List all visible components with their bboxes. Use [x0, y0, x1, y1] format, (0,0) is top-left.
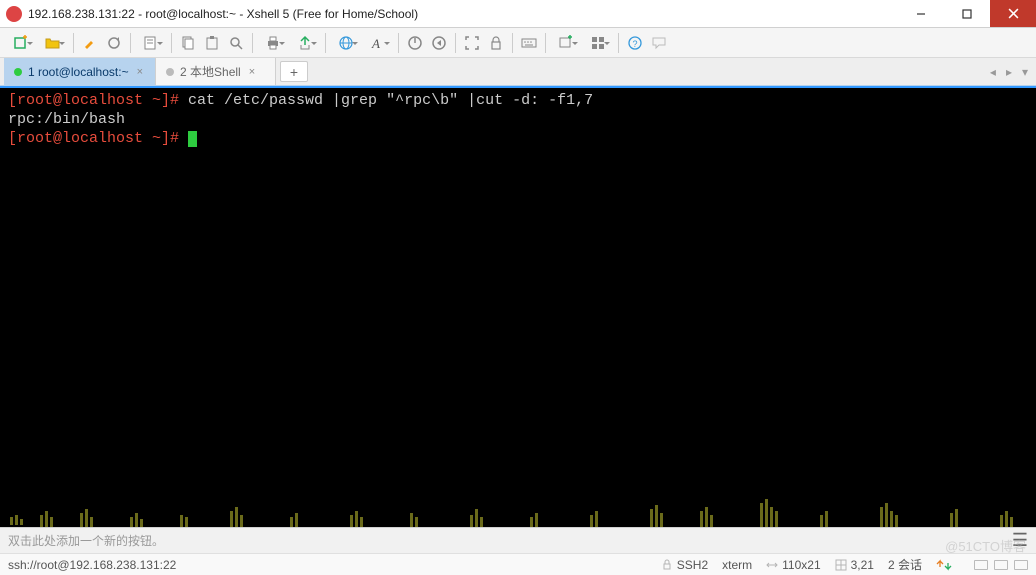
new-session-button[interactable]	[6, 32, 36, 54]
toolbar-separator	[252, 33, 253, 53]
size-icon	[766, 559, 778, 571]
highlight-button[interactable]	[79, 32, 101, 54]
tab-label: 1 root@localhost:~	[28, 65, 129, 79]
scroll-lock-indicator	[1014, 560, 1028, 570]
add-tab-button[interactable]: +	[280, 61, 308, 82]
status-caps-indicators	[974, 560, 1028, 570]
encoding-button[interactable]	[331, 32, 361, 54]
prompt: [root@localhost ~]#	[8, 130, 188, 147]
status-connection-url: ssh://root@192.168.238.131:22	[8, 558, 647, 572]
audio-visualizer	[0, 487, 1036, 527]
command-text: cat /etc/passwd |grep "^rpc\b" |cut -d: …	[188, 92, 593, 109]
session-tabbar: 1 root@localhost:~ × 2 本地Shell × + ◂ ▸ ▾	[0, 58, 1036, 86]
tab-scroll-right[interactable]: ▸	[1002, 63, 1016, 81]
window-title: 192.168.238.131:22 - root@localhost:~ - …	[28, 7, 898, 21]
toolbar-separator	[171, 33, 172, 53]
tab-session-2[interactable]: 2 本地Shell ×	[156, 58, 276, 85]
toolbar-separator	[325, 33, 326, 53]
reconnect-button[interactable]	[103, 32, 125, 54]
status-bar: ssh://root@192.168.238.131:22 SSH2 xterm…	[0, 553, 1036, 575]
tab-session-1[interactable]: 1 root@localhost:~ ×	[4, 58, 156, 85]
svg-text:A: A	[371, 36, 380, 51]
properties-button[interactable]	[136, 32, 166, 54]
num-lock-indicator	[994, 560, 1008, 570]
grid-icon	[835, 559, 847, 571]
tab-list-dropdown[interactable]: ▾	[1018, 63, 1032, 81]
disconnect-button[interactable]	[404, 32, 426, 54]
chat-button[interactable]	[648, 32, 670, 54]
toolbar-separator	[398, 33, 399, 53]
toolbar-separator	[455, 33, 456, 53]
new-window-button[interactable]	[551, 32, 581, 54]
maximize-button[interactable]	[944, 0, 990, 27]
fullscreen-button[interactable]	[461, 32, 483, 54]
app-icon	[6, 6, 22, 22]
tab-close-button[interactable]: ×	[247, 66, 257, 78]
tab-label: 2 本地Shell	[180, 63, 241, 80]
terminal-cursor	[188, 131, 197, 147]
quick-command-bar[interactable]: 双击此处添加一个新的按钮。 ☰	[0, 527, 1036, 553]
status-cursor-pos: 3,21	[835, 558, 874, 572]
status-protocol: SSH2	[661, 558, 708, 572]
tile-button[interactable]	[583, 32, 613, 54]
status-terminal-type: xterm	[722, 558, 752, 572]
close-button[interactable]	[990, 0, 1036, 27]
connect-button[interactable]	[428, 32, 450, 54]
print-button[interactable]	[258, 32, 288, 54]
status-arrows	[936, 559, 960, 571]
lock-icon	[661, 559, 673, 571]
open-button[interactable]	[38, 32, 68, 54]
svg-text:?: ?	[633, 39, 638, 49]
toolbar-separator	[618, 33, 619, 53]
output-line: rpc:/bin/bash	[8, 111, 125, 128]
transfer-button[interactable]	[290, 32, 320, 54]
lock-button[interactable]	[485, 32, 507, 54]
hintbar-menu-icon[interactable]: ☰	[1012, 530, 1028, 551]
toolbar-separator	[512, 33, 513, 53]
tab-scroll-left[interactable]: ◂	[986, 63, 1000, 81]
status-size: 110x21	[766, 558, 820, 572]
terminal-output: [root@localhost ~]# cat /etc/passwd |gre…	[0, 88, 1036, 152]
connection-status-icon	[14, 68, 22, 76]
copy-button[interactable]	[177, 32, 199, 54]
hint-text: 双击此处添加一个新的按钮。	[8, 532, 164, 549]
find-button[interactable]	[225, 32, 247, 54]
connection-status-icon	[166, 68, 174, 76]
minimize-button[interactable]	[898, 0, 944, 27]
transfer-arrows-icon	[936, 559, 960, 571]
prompt: [root@localhost ~]#	[8, 92, 188, 109]
window-controls	[898, 0, 1036, 27]
window-titlebar: 192.168.238.131:22 - root@localhost:~ - …	[0, 0, 1036, 28]
toolbar-separator	[545, 33, 546, 53]
caps-lock-indicator	[974, 560, 988, 570]
tab-scroll-controls: ◂ ▸ ▾	[986, 58, 1032, 85]
help-button[interactable]: ?	[624, 32, 646, 54]
terminal-area[interactable]: [root@localhost ~]# cat /etc/passwd |gre…	[0, 86, 1036, 527]
keyboard-button[interactable]	[518, 32, 540, 54]
status-sessions: 2 会话	[888, 556, 922, 573]
paste-button[interactable]	[201, 32, 223, 54]
toolbar-separator	[130, 33, 131, 53]
main-toolbar: A ?	[0, 28, 1036, 58]
font-button[interactable]: A	[363, 32, 393, 54]
toolbar-separator	[73, 33, 74, 53]
tab-close-button[interactable]: ×	[135, 66, 145, 78]
